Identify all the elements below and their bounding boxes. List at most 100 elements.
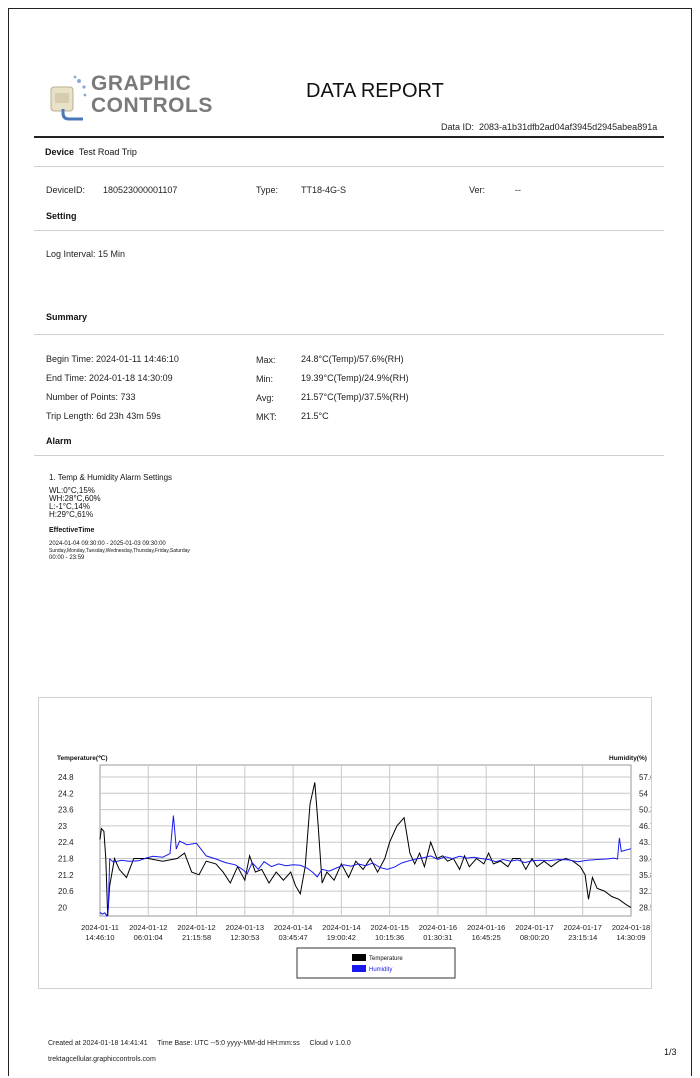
footer-cloud-version: Cloud v 1.0.0 xyxy=(309,1040,351,1047)
trip-length: Trip Length: 6d 23h 43m 59s xyxy=(46,411,161,421)
legend-label: Temperature xyxy=(369,956,403,962)
x-tick-date: 2024-01-12 xyxy=(177,923,215,932)
setting-divider xyxy=(34,230,664,231)
y2-tick-label: 39.4 xyxy=(639,855,651,864)
avg-label: Avg: xyxy=(256,393,274,403)
effective-time-days: Sunday,Monday,Tuesday,Wednesday,Thursday… xyxy=(49,548,190,554)
effective-time-label: EffectiveTime xyxy=(49,527,95,534)
device-id-value: 180523000001107 xyxy=(103,185,178,195)
y2-axis-title: Humidity(%) xyxy=(609,755,647,762)
device-type-value: TT18-4G-S xyxy=(301,185,347,195)
legend-swatch xyxy=(352,954,366,961)
min-label: Min: xyxy=(256,374,274,384)
logo-line-2: CONTROLS xyxy=(91,94,213,117)
footer-site: trektagcellular.graphiccontrols.com xyxy=(48,1056,156,1063)
plot-frame xyxy=(99,764,632,917)
device-divider xyxy=(34,166,664,167)
log-interval: Log Interval: 15 Min xyxy=(46,249,125,259)
x-tick-date: 2024-01-15 xyxy=(370,923,408,932)
data-id-label: Data ID: xyxy=(441,122,475,132)
legend-swatch xyxy=(352,965,366,972)
y-axis-title: Temperature(℃) xyxy=(57,754,108,762)
mkt-label: MKT: xyxy=(256,412,277,422)
y-tick-label: 20.6 xyxy=(58,887,74,896)
avg-value: 21.57°C(Temp)/37.5%(RH) xyxy=(301,392,409,402)
x-tick-time: 12:30:53 xyxy=(230,933,259,942)
device-ver-value: -- xyxy=(515,185,521,195)
alarm-divider xyxy=(34,455,664,456)
summary-heading: Summary xyxy=(46,312,88,322)
y-tick-label: 23 xyxy=(58,822,67,831)
y2-tick-label: 54 xyxy=(639,789,648,798)
alarm-line-h: H:29°C,61% xyxy=(49,510,94,519)
y2-tick-label: 50.3 xyxy=(639,806,651,815)
x-tick-time: 03:45:47 xyxy=(278,933,307,942)
log-interval-label: Log Interval: xyxy=(46,249,96,259)
page-number: 1/3 xyxy=(664,1047,677,1057)
y-tick-label: 21.8 xyxy=(58,855,74,864)
x-tick-date: 2024-01-12 xyxy=(129,923,167,932)
x-tick-date: 2024-01-16 xyxy=(419,923,457,932)
number-of-points: Number of Points: 733 xyxy=(46,392,136,402)
x-tick-date: 2024-01-14 xyxy=(274,923,312,932)
y-tick-label: 23.6 xyxy=(58,806,74,815)
log-interval-value: 15 Min xyxy=(98,249,126,259)
footer-meta: Created at 2024-01-18 14:41:41 Time Base… xyxy=(48,1040,351,1047)
x-tick-time: 08:00:20 xyxy=(520,933,549,942)
logo-mark-icon xyxy=(50,75,87,121)
header-divider xyxy=(34,136,664,138)
x-tick-date: 2024-01-16 xyxy=(467,923,505,932)
company-logo: GRAPHIC CONTROLS xyxy=(49,69,229,125)
device-section-label: Device xyxy=(45,147,75,157)
x-tick-time: 23:15:14 xyxy=(568,933,597,942)
x-tick-time: 14:30:09 xyxy=(616,933,645,942)
data-id-value: 2083-a1b31dfb2ad04af3945d2945abea891a xyxy=(479,122,658,132)
x-tick-date: 2024-01-17 xyxy=(564,923,602,932)
x-tick-date: 2024-01-18 xyxy=(612,923,650,932)
device-name: Test Road Trip xyxy=(78,147,137,157)
x-tick-time: 01:30:31 xyxy=(423,933,452,942)
logo-line-1: GRAPHIC xyxy=(91,72,192,95)
max-label: Max: xyxy=(256,355,276,365)
x-tick-time: 21:15:58 xyxy=(182,933,211,942)
x-tick-time: 10:15:36 xyxy=(375,933,404,942)
data-id: Data ID: 2083-a1b31dfb2ad04af3945d2945ab… xyxy=(441,122,657,132)
y2-tick-label: 46.7 xyxy=(639,822,651,831)
max-value: 24.8°C(Temp)/57.6%(RH) xyxy=(301,354,404,364)
y-tick-label: 24.8 xyxy=(58,773,74,782)
y2-tick-label: 32.2 xyxy=(639,887,651,896)
device-ver-label: Ver: xyxy=(469,185,486,195)
report-page: GRAPHIC CONTROLS DATA REPORT Data ID: 20… xyxy=(8,8,692,1076)
footer-timebase: Time Base: UTC --5:0 yyyy-MM-dd HH:mm:ss xyxy=(157,1040,300,1047)
x-tick-time: 19:00:42 xyxy=(327,933,356,942)
y-tick-label: 21.2 xyxy=(58,871,74,880)
device-type-label: Type: xyxy=(256,185,279,195)
report-title: DATA REPORT xyxy=(306,80,444,102)
series-line-temperature xyxy=(99,782,632,917)
y-tick-label: 20 xyxy=(58,903,67,912)
alarm-settings-title: 1. Temp & Humidity Alarm Settings xyxy=(49,473,173,482)
x-tick-date: 2024-01-14 xyxy=(322,923,360,932)
end-time: End Time: 2024-01-18 14:30:09 xyxy=(46,373,173,383)
legend-label: Humidity xyxy=(369,967,392,973)
setting-heading: Setting xyxy=(46,211,77,221)
x-tick-time: 16:45:25 xyxy=(472,933,501,942)
x-tick-date: 2024-01-11 xyxy=(81,923,119,932)
series-line-humidity xyxy=(99,815,632,918)
begin-time: Begin Time: 2024-01-11 14:46:10 xyxy=(46,354,179,364)
effective-time-range: 2024-01-04 09:30:00 - 2025-01-03 09:30:0… xyxy=(49,541,166,547)
x-tick-time: 06:01:04 xyxy=(134,933,163,942)
device-heading: Device Test Road Trip xyxy=(45,147,137,157)
device-id-label: DeviceID: xyxy=(46,185,86,195)
y-tick-label: 22.4 xyxy=(58,838,74,847)
footer-created: Created at 2024-01-18 14:41:41 xyxy=(48,1040,148,1047)
y2-tick-label: 35.8 xyxy=(639,871,651,880)
x-tick-date: 2024-01-13 xyxy=(226,923,264,932)
chart-svg: 24.8 24.2 23.6 23 22.4 21.8 21.2 20.6 20 57.6 54 50… xyxy=(57,754,651,979)
y2-tick-label: 57.6 xyxy=(639,773,651,782)
y2-tick-label: 28.5 xyxy=(639,903,651,912)
summary-divider xyxy=(34,334,664,335)
logo-text: GRAPHIC CONTROLS xyxy=(91,73,213,117)
effective-time-hours: 00:00 - 23:59 xyxy=(49,555,85,561)
x-tick-date: 2024-01-17 xyxy=(515,923,553,932)
